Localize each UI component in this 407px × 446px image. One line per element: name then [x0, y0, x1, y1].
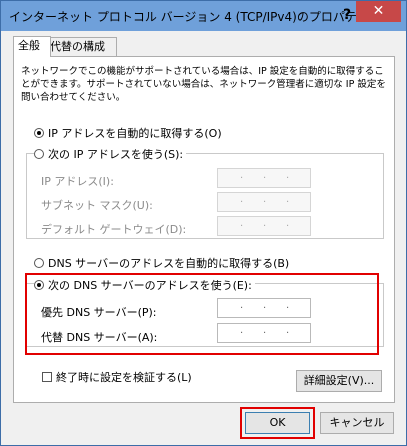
radio-selected-icon [34, 128, 44, 138]
ip-address-label: IP アドレス(I): [41, 175, 114, 188]
tab-alternate-config[interactable]: 代替の構成 [45, 37, 117, 56]
ip-auto-label: IP アドレスを自動的に取得する(O) [48, 127, 222, 140]
dns-auto-label: DNS サーバーのアドレスを自動的に取得する(B) [48, 257, 290, 270]
radio-unselected-icon [34, 258, 44, 268]
validate-label: 終了時に設定を検証する(L) [56, 371, 192, 384]
default-gateway-field: ... [217, 216, 311, 236]
subnet-mask-label: サブネット マスク(U): [41, 199, 153, 212]
dialog-window: インターネット プロトコル バージョン 4 (TCP/IPv4)のプロパティ ?… [0, 0, 407, 446]
validate-checkbox[interactable]: 終了時に設定を検証する(L) [42, 369, 192, 385]
dns-highlight-box [25, 273, 379, 355]
title-bar: インターネット プロトコル バージョン 4 (TCP/IPv4)のプロパティ ?… [1, 1, 406, 31]
help-icon[interactable]: ? [338, 6, 356, 24]
dns-auto-radio[interactable]: DNS サーバーのアドレスを自動的に取得する(B) [34, 255, 289, 271]
tab-general[interactable]: 全般 [13, 36, 51, 57]
ok-highlight-box [240, 407, 315, 439]
default-gateway-label: デフォルト ゲートウェイ(D): [41, 223, 187, 236]
ip-auto-radio[interactable]: IP アドレスを自動的に取得する(O) [34, 125, 222, 141]
ip-manual-label: 次の IP アドレスを使う(S): [48, 148, 184, 161]
window-title: インターネット プロトコル バージョン 4 (TCP/IPv4)のプロパティ [9, 10, 369, 24]
cancel-button[interactable]: キャンセル [320, 412, 394, 434]
ip-manual-radio[interactable]: 次の IP アドレスを使う(S): [34, 146, 187, 162]
radio-unselected-icon [34, 149, 44, 159]
general-panel: ネットワークでこの機能がサポートされている場合は、IP 設定を自動的に取得するこ… [13, 56, 395, 403]
advanced-button[interactable]: 詳細設定(V)... [296, 370, 382, 392]
ip-address-field: ... [217, 168, 311, 188]
close-button[interactable]: ✕ [356, 1, 401, 22]
description-text: ネットワークでこの機能がサポートされている場合は、IP 設定を自動的に取得するこ… [21, 66, 386, 103]
subnet-mask-field: ... [217, 192, 311, 212]
checkbox-icon [42, 372, 52, 382]
